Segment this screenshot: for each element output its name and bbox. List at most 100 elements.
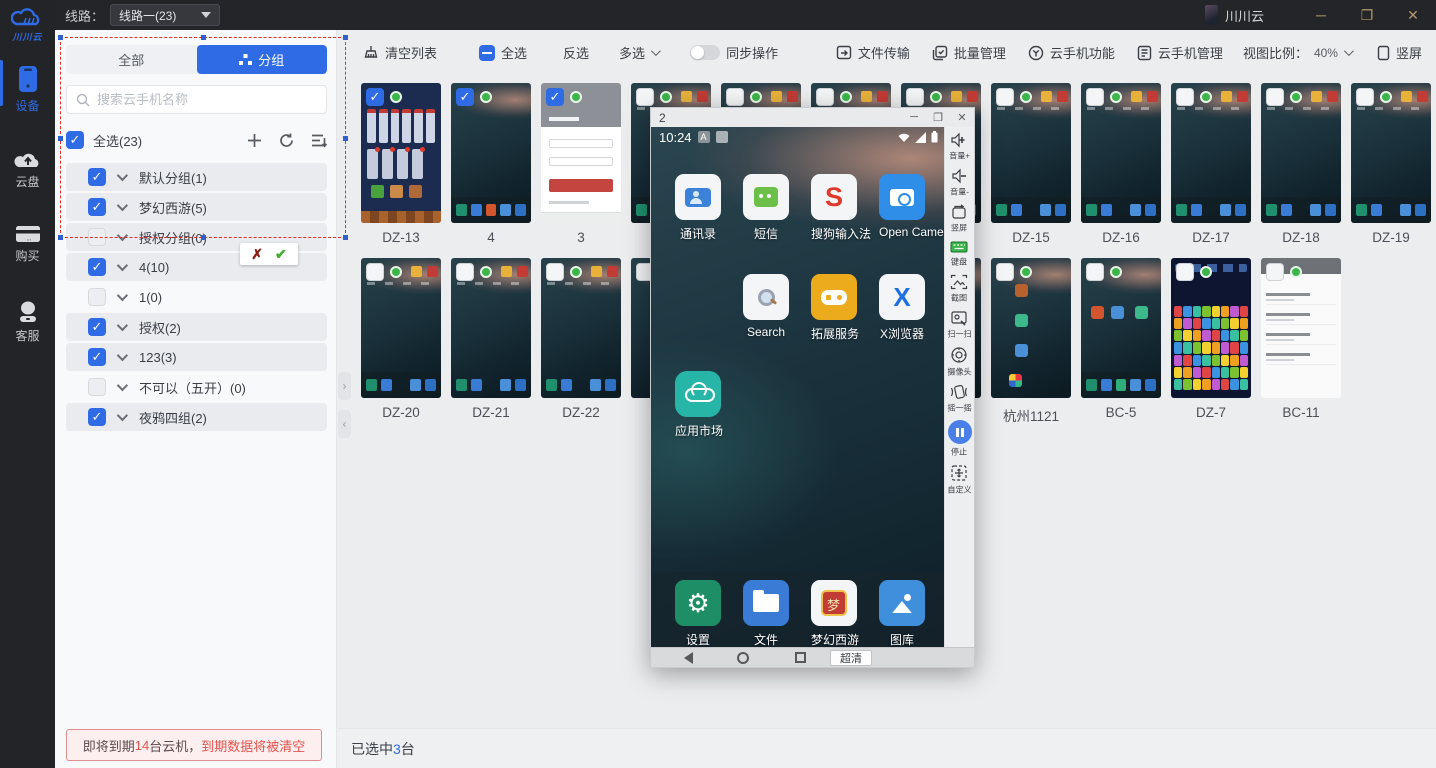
phone-thumbnail[interactable] — [361, 258, 441, 398]
app-x-browser[interactable]: X X浏览器 — [879, 274, 925, 342]
expiry-warning[interactable]: 即将到期14台云机，到期数据将被清空 — [66, 729, 322, 761]
sidebar-item-cloud-disk[interactable]: 云盘 — [0, 148, 55, 190]
phone-window-titlebar[interactable]: 2 ─ ❐ ✕ — [651, 108, 974, 127]
phone-checkbox[interactable] — [996, 88, 1014, 106]
group-checkbox[interactable] — [88, 408, 106, 426]
phone-thumbnail[interactable] — [1261, 258, 1341, 398]
app-files[interactable]: 文件 — [743, 580, 789, 648]
phone-checkbox[interactable] — [366, 88, 384, 106]
chevron-down-icon[interactable] — [117, 260, 128, 271]
phone-card[interactable]: DZ-18 — [1261, 83, 1341, 245]
chevron-down-icon[interactable] — [117, 200, 128, 211]
phone-card[interactable]: 杭州1121 — [991, 258, 1071, 425]
group-checkbox[interactable] — [88, 318, 106, 336]
toggle-off-icon[interactable] — [690, 45, 720, 60]
phone-checkbox[interactable] — [816, 88, 834, 106]
phone-functions-button[interactable]: 云手机功能 — [1028, 43, 1115, 62]
refresh-icon[interactable] — [279, 133, 294, 148]
chevron-down-icon[interactable] — [117, 170, 128, 181]
app-extension-service[interactable]: 拓展服务 — [811, 274, 857, 342]
panel-expand-handle[interactable]: › — [338, 372, 351, 400]
group-row[interactable]: 授权(2) — [66, 313, 327, 341]
chevron-down-icon[interactable] — [117, 320, 128, 331]
close-button[interactable]: ✕ — [1390, 0, 1436, 30]
phone-window-minimize-button[interactable]: ─ — [902, 111, 926, 124]
tool-camera[interactable]: 摄像头 — [946, 346, 973, 378]
select-all-checkbox[interactable] — [66, 131, 84, 149]
sidebar-item-support[interactable]: 客服 — [0, 300, 55, 344]
tool-rotate[interactable]: 竖屏 — [950, 204, 968, 234]
phone-manage-button[interactable]: 云手机管理 — [1137, 43, 1223, 62]
tool-volume-up[interactable]: 音量+ — [948, 132, 971, 162]
phone-window-close-button[interactable]: ✕ — [950, 111, 974, 124]
view-scale-control[interactable]: 视图比例： 40% — [1243, 43, 1351, 62]
phone-card[interactable]: 4 — [451, 83, 531, 245]
phone-checkbox[interactable] — [1176, 88, 1194, 106]
phone-stream-window[interactable]: 2 ─ ❐ ✕ 10:24 A 通讯录 — [650, 107, 975, 668]
batch-manage-button[interactable]: 批量管理 — [932, 43, 1006, 62]
phone-thumbnail[interactable] — [1171, 258, 1251, 398]
chevron-down-icon[interactable] — [117, 230, 128, 241]
phone-checkbox[interactable] — [366, 263, 384, 281]
group-checkbox[interactable] — [88, 228, 106, 246]
app-sogou-input[interactable]: S 搜狗输入法 — [811, 174, 857, 242]
chevron-down-icon[interactable] — [117, 380, 128, 391]
app-messages[interactable]: 短信 — [743, 174, 789, 242]
group-checkbox[interactable] — [88, 348, 106, 366]
phone-card[interactable]: BC-5 — [1081, 258, 1161, 425]
phone-card[interactable]: DZ-17 — [1171, 83, 1251, 245]
group-checkbox[interactable] — [88, 288, 106, 306]
phone-card[interactable]: 3 — [541, 83, 621, 245]
app-market[interactable]: 应用市场 — [675, 371, 721, 439]
phone-thumbnail[interactable] — [1081, 83, 1161, 223]
phone-checkbox[interactable] — [1266, 88, 1284, 106]
phone-checkbox[interactable] — [636, 88, 654, 106]
selection-cancel-button[interactable]: ✗ — [251, 246, 263, 263]
phone-checkbox[interactable] — [456, 88, 474, 106]
phone-card[interactable]: DZ-13 — [361, 83, 441, 245]
quality-button[interactable]: 超清 — [830, 650, 872, 666]
phone-thumbnail[interactable] — [1081, 258, 1161, 398]
app-search[interactable]: Search — [743, 274, 789, 339]
selection-confirm-button[interactable]: ✔ — [275, 246, 287, 263]
group-row[interactable]: 123(3) — [66, 343, 327, 371]
tool-keyboard[interactable]: 键盘 — [950, 240, 968, 268]
clear-list-button[interactable]: 清空列表 — [363, 43, 437, 62]
tool-stop[interactable]: 停止 — [948, 420, 972, 458]
app-menghuan-game[interactable]: 梦幻西游 — [811, 580, 857, 648]
phone-checkbox[interactable] — [1266, 263, 1284, 281]
phone-card[interactable]: DZ-15 — [991, 83, 1071, 245]
file-transfer-button[interactable]: 文件传输 — [836, 43, 910, 62]
tool-screenshot[interactable]: 截图 — [950, 274, 968, 304]
phone-checkbox[interactable] — [456, 263, 474, 281]
tool-scan[interactable]: 扫一扫 — [946, 310, 973, 340]
phone-checkbox[interactable] — [546, 88, 564, 106]
add-group-icon[interactable] — [247, 133, 262, 148]
select-all-button[interactable]: 全选 — [479, 43, 527, 62]
app-settings[interactable]: ⚙ 设置 — [675, 580, 721, 648]
tab-groups[interactable]: 分组 — [197, 45, 328, 74]
tool-shake[interactable]: 摇一摇 — [946, 384, 973, 414]
group-row[interactable]: 夜鸦四组(2) — [66, 403, 327, 431]
portrait-button[interactable]: 竖屏 — [1377, 43, 1422, 62]
chevron-down-icon[interactable] — [117, 350, 128, 361]
phone-thumbnail[interactable] — [361, 83, 441, 223]
phone-thumbnail[interactable] — [991, 258, 1071, 398]
select-all-indeterminate-checkbox[interactable] — [479, 45, 495, 61]
phone-card[interactable]: BC-11 — [1261, 258, 1341, 425]
phone-card[interactable]: DZ-7 — [1171, 258, 1251, 425]
phone-card[interactable]: DZ-16 — [1081, 83, 1161, 245]
phone-card[interactable]: DZ-19 — [1351, 83, 1431, 245]
nav-home-icon[interactable] — [737, 652, 749, 664]
group-checkbox[interactable] — [88, 378, 106, 396]
phone-window-maximize-button[interactable]: ❐ — [926, 111, 950, 124]
group-row[interactable]: 梦幻西游(5) — [66, 193, 327, 221]
group-row[interactable]: 不可以（五开）(0) — [66, 373, 327, 401]
phone-thumbnail[interactable] — [1171, 83, 1251, 223]
nav-back-icon[interactable] — [684, 652, 693, 664]
app-open-camera[interactable]: Open Came.. — [879, 174, 925, 239]
phone-thumbnail[interactable] — [1351, 83, 1431, 223]
tab-all[interactable]: 全部 — [66, 45, 197, 74]
phone-checkbox[interactable] — [1086, 88, 1104, 106]
search-input[interactable] — [97, 92, 317, 107]
